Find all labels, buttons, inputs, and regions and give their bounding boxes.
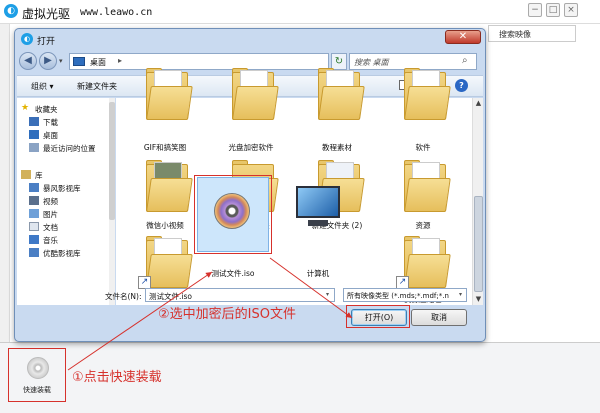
nav-item-libraries[interactable]: 库 [17,168,115,181]
recent-places-icon [29,143,39,152]
file-item-resources[interactable]: 资源 [382,150,464,234]
file-item-gif[interactable]: GIF和搞笑图 [124,68,206,152]
quick-mount-label: 快速装载 [23,386,51,394]
computer-stand [308,220,328,226]
app-image-list [490,44,600,344]
filename-label: 文件名(N): [105,292,142,301]
nav-item-label: 最近访问的位置 [43,144,96,153]
close-icon[interactable]: × [564,3,578,17]
nav-item-label: 图片 [43,210,58,219]
folder-icon [232,68,279,120]
nav-item-label: 桌面 [43,131,58,140]
nav-item-documents[interactable]: 文档 [17,220,115,233]
file-type-value: 所有映像类型 (*.mds;*.mdf;*.n [347,292,449,300]
recent-locations-dropdown-icon[interactable]: ▾ [59,57,63,65]
app-title: 虚拟光驱 [22,7,71,21]
maximize-icon[interactable]: □ [546,3,560,17]
search-icon[interactable]: ⌕ [462,55,468,66]
filename-value: 测试文件.iso [149,292,192,301]
app-search-placeholder: 搜索映像 [499,30,531,39]
back-arrow-icon[interactable]: ◀ [19,52,37,70]
youku-library-icon [29,248,39,257]
computer-icon[interactable] [296,186,340,218]
minimize-icon[interactable]: − [528,3,542,17]
nav-item-pictures[interactable]: 图片 [17,207,115,220]
desktop-icon [73,57,85,66]
media-library-icon [29,183,39,192]
address-location: 桌面 [90,58,106,67]
file-item-resource-archive[interactable]: ↗ 资源压缩包 [382,232,464,316]
dialog-title: 打开 [37,37,56,47]
nav-item-music[interactable]: 音乐 [17,233,115,246]
dialog-app-icon: ◐ [21,33,33,45]
disc-icon [27,357,49,379]
folder-icon [404,160,451,212]
dialog-close-icon[interactable]: ✕ [445,30,481,44]
video-library-icon [29,196,39,205]
dialog-search-placeholder: 搜索 桌面 [354,58,389,67]
folder-icon [404,68,451,120]
desktop-icon [29,130,39,139]
nav-item-youku-library[interactable]: 优酷影视库 [17,246,115,259]
music-library-icon [29,235,39,244]
nav-item-downloads[interactable]: 下载 [17,115,115,128]
scroll-down-icon[interactable]: ▼ [473,294,484,305]
address-separator-icon[interactable]: ▸ [118,56,122,65]
navigation-pane: ★ 收藏夹 下载 桌面 最近访问的位置 库 暴风影视库 视频 图片 文档 音乐 … [17,98,115,305]
star-icon: ★ [21,103,30,113]
app-search-input[interactable]: 搜索映像 [488,25,576,42]
folder-icon [318,68,365,120]
nav-item-label: 视频 [43,197,58,206]
app-sidebar-strip [0,24,10,342]
folder-icon [146,160,193,212]
documents-library-icon [29,222,39,231]
file-item-software[interactable]: 软件 [382,68,464,152]
nav-item-label: 文档 [43,223,58,232]
app-titlebar: ◐ 虚拟光驱 www.leawo.cn − □ × [0,0,600,24]
iso-highlight-box [194,175,272,254]
nav-item-label: 音乐 [43,236,58,245]
nav-pane-scrollbar[interactable] [109,98,115,305]
cancel-button[interactable]: 取消 [411,309,467,326]
forward-arrow-icon[interactable]: ▶ [39,52,57,70]
file-item-tutorial-material[interactable]: 教程素材 [296,68,378,152]
app-logo-icon: ◐ [4,4,18,18]
file-type-dropdown-icon[interactable]: ▾ [459,291,462,298]
nav-item-label: 下载 [43,118,58,127]
nav-item-label: 优酷影视库 [43,249,81,258]
download-folder-icon [29,117,39,126]
nav-item-baofeng-library[interactable]: 暴风影视库 [17,181,115,194]
filename-dropdown-icon[interactable]: ▾ [326,291,329,298]
nav-item-desktop[interactable]: 桌面 [17,128,115,141]
quick-mount-button[interactable]: 快速装载 [8,348,66,402]
app-site-url: www.leawo.cn [80,7,153,18]
pictures-library-icon [29,209,39,218]
file-list-scrollbar[interactable]: ▲ ▼ [472,98,483,305]
nav-item-favorites[interactable]: ★ 收藏夹 [17,102,115,115]
folder-icon [146,236,193,288]
scroll-up-icon[interactable]: ▲ [473,98,484,109]
nav-item-label: 库 [35,171,43,180]
nav-item-videos[interactable]: 视频 [17,194,115,207]
nav-pane-scroll-thumb[interactable] [109,102,115,220]
new-folder-button[interactable]: 新建文件夹 [77,81,117,92]
file-type-select[interactable]: 所有映像类型 (*.mds;*.mdf;*.n ▾ [343,288,467,302]
file-name: 资源 [415,221,431,230]
open-button-highlight-box [346,305,410,328]
file-name-iso: 测试文件.iso [211,269,255,278]
organize-menu-button[interactable]: 组织 ▾ [31,81,54,92]
nav-item-label: 收藏夹 [35,105,58,114]
library-icon [21,170,31,179]
file-name-computer: 计算机 [306,269,330,278]
dialog-titlebar: ◐ 打开 ✕ [15,29,485,49]
step2-annotation: ②选中加密后的ISO文件 [158,307,296,322]
nav-item-label: 暴风影视库 [43,184,81,193]
filename-field[interactable]: 测试文件.iso ▾ [145,288,335,302]
folder-icon [404,236,451,288]
step1-annotation: ①点击快速装载 [72,370,162,385]
folder-icon [146,68,193,120]
nav-item-recent-places[interactable]: 最近访问的位置 [17,141,115,154]
file-item-disc-encryption[interactable]: 光盘加密软件 [210,68,292,152]
file-list-scroll-thumb[interactable] [474,196,483,292]
